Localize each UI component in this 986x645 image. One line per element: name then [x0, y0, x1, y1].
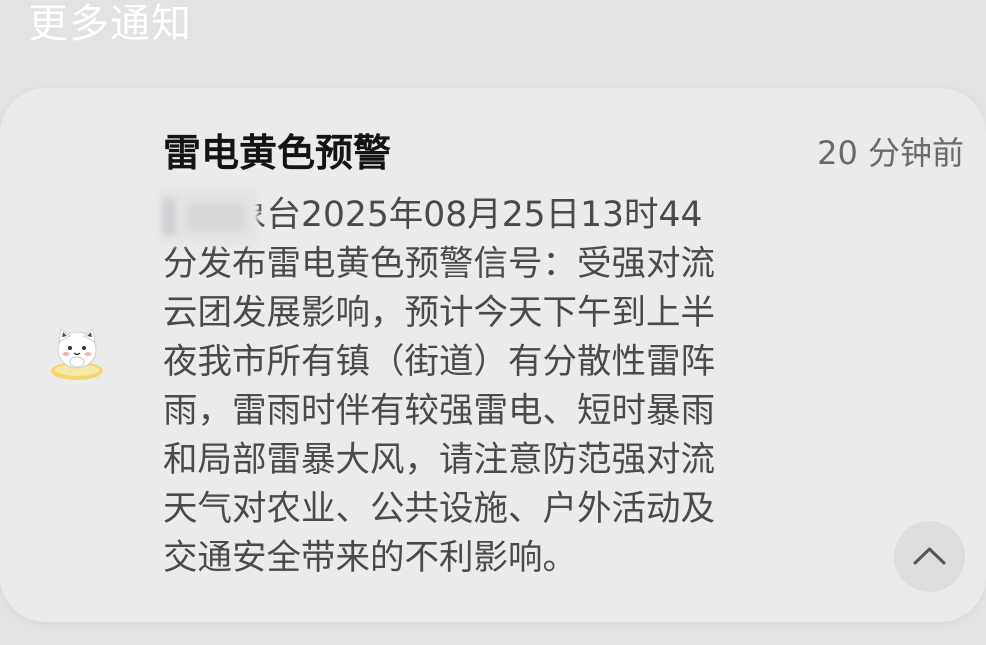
- cat-sticker-icon: [47, 322, 107, 382]
- notification-time: 20 分钟前: [817, 134, 964, 172]
- collapse-button[interactable]: [894, 521, 965, 592]
- redacted-region: [160, 188, 258, 246]
- notification-title: 雷电黄色预警: [163, 131, 392, 175]
- chevron-up-icon: [913, 547, 946, 565]
- section-title: 更多通知: [28, 1, 192, 47]
- notification-body: 市气象台2025年08月25日13时44 分发布雷电黄色预警信号：受强对流 云团…: [163, 195, 715, 578]
